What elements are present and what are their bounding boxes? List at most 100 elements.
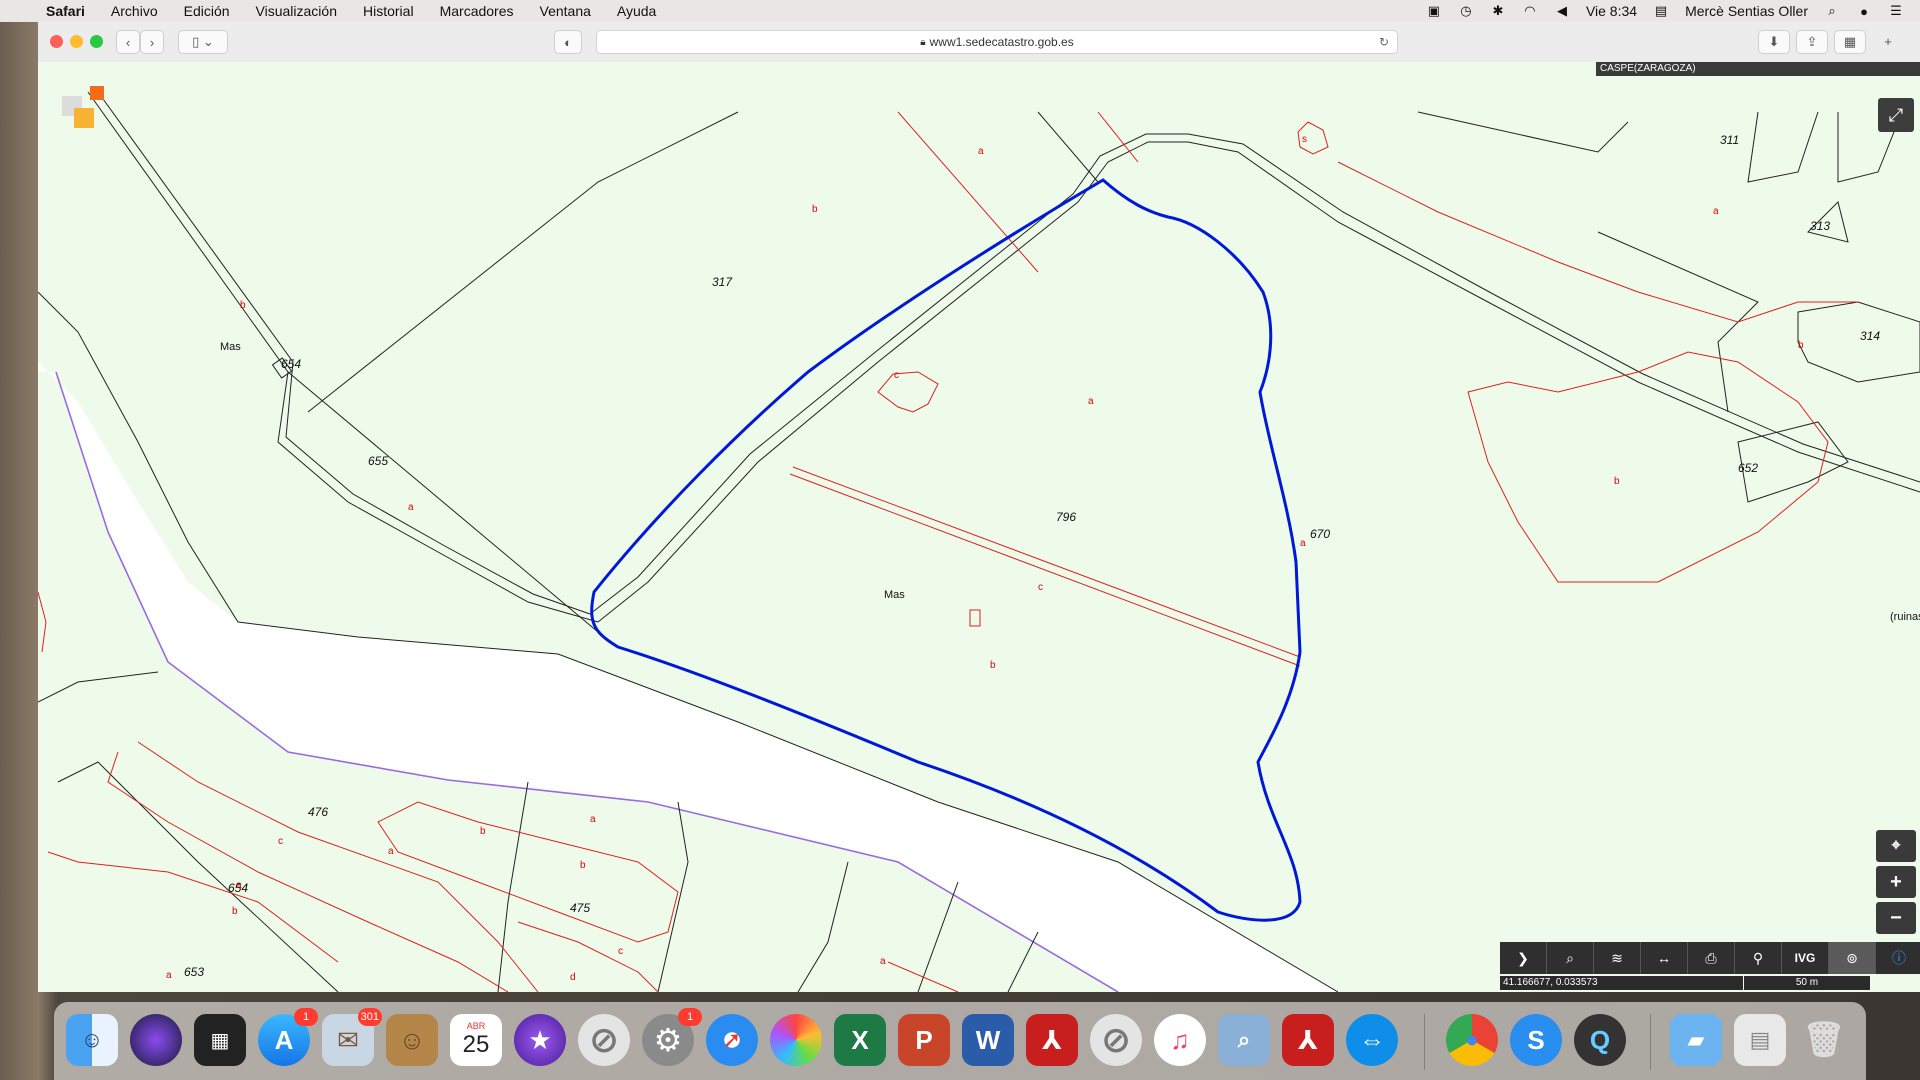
- user-name[interactable]: Mercè Sentias Oller: [1685, 3, 1808, 19]
- time-machine-icon[interactable]: ◷: [1458, 3, 1474, 18]
- subparcel-letter: b: [232, 906, 238, 917]
- skype-s-icon: S: [1527, 1024, 1545, 1055]
- parcel-label[interactable]: 476: [308, 805, 328, 819]
- subparcel-letter: b: [812, 204, 818, 215]
- quicktime-icon[interactable]: Q: [1574, 1014, 1626, 1066]
- scale-label: 50 m: [1795, 977, 1819, 988]
- cadastral-map[interactable]: 317 654 655 796 670 311 313 314 652 476 …: [38, 62, 1920, 992]
- acrobat-icon[interactable]: ⅄: [1026, 1014, 1078, 1066]
- subparcel-letter: b: [1798, 340, 1804, 351]
- menu-ayuda[interactable]: Ayuda: [617, 3, 656, 19]
- parcel-label[interactable]: 654: [281, 357, 301, 371]
- menu-edicion[interactable]: Edición: [184, 3, 230, 19]
- download-icon: ⬇: [1768, 34, 1780, 49]
- spotlight-search-icon[interactable]: ⌕: [1824, 3, 1840, 18]
- tab-overview-button[interactable]: ▦: [1834, 30, 1866, 54]
- minimize-window-button[interactable]: [70, 35, 83, 48]
- safari-icon[interactable]: ➚: [706, 1014, 758, 1066]
- parcel-label[interactable]: 475: [570, 901, 590, 915]
- search-button[interactable]: ⌕: [1547, 942, 1594, 974]
- word-icon[interactable]: W: [962, 1014, 1014, 1066]
- parcel-label[interactable]: 670: [1310, 527, 1330, 541]
- clock[interactable]: Vie 8:34: [1586, 3, 1637, 19]
- notification-center-icon[interactable]: ☰: [1888, 3, 1904, 18]
- user-icon[interactable]: ▤: [1653, 3, 1669, 18]
- trash-icon[interactable]: 🗑︎: [1798, 1014, 1850, 1066]
- zoom-out-button[interactable]: −: [1876, 902, 1916, 934]
- parcel-label[interactable]: 652: [1738, 461, 1758, 475]
- binoculars-button[interactable]: ⊚: [1829, 942, 1876, 974]
- siri-icon[interactable]: [130, 1014, 182, 1066]
- search-icon: ⌕: [1566, 949, 1574, 966]
- downloads-folder-icon[interactable]: ▤: [1734, 1014, 1786, 1066]
- zoom-window-button[interactable]: [90, 35, 103, 48]
- print-button[interactable]: ⎙: [1688, 942, 1735, 974]
- measure-button[interactable]: ↔: [1641, 942, 1688, 974]
- imovie-icon[interactable]: ★: [514, 1014, 566, 1066]
- menu-historial[interactable]: Historial: [363, 3, 414, 19]
- chevron-right-icon: ›: [149, 34, 155, 50]
- collapse-toolbar-button[interactable]: ❯: [1500, 942, 1547, 974]
- menu-marcadores[interactable]: Marcadores: [440, 3, 514, 19]
- sidebar-button[interactable]: ▯ ⌄: [178, 30, 228, 54]
- catastro-logo[interactable]: [60, 80, 110, 130]
- skype-icon[interactable]: S: [1510, 1014, 1562, 1066]
- mail-icon[interactable]: ✉ 301: [322, 1008, 382, 1066]
- downloads-button[interactable]: ⬇: [1758, 30, 1790, 54]
- parcel-label[interactable]: 314: [1860, 329, 1880, 343]
- zoom-in-button[interactable]: +: [1876, 866, 1916, 898]
- system-preferences-icon[interactable]: ⚙ 1: [642, 1008, 702, 1066]
- applications-folder-icon[interactable]: ▰: [1670, 1014, 1722, 1066]
- music-icon[interactable]: ♫: [1154, 1014, 1206, 1066]
- info-button[interactable]: ⓘ: [1876, 942, 1920, 974]
- photo-strip-icon: ▦: [210, 1029, 230, 1052]
- share-button[interactable]: ⇪: [1796, 30, 1828, 54]
- address-bar[interactable]: 🔒︎ www1.sedecatastro.gob.es ↻: [596, 30, 1398, 54]
- contacts-icon[interactable]: ☺: [386, 1014, 438, 1066]
- chrome-icon[interactable]: ●: [1446, 1014, 1498, 1066]
- pin-button[interactable]: ⚲: [1735, 942, 1782, 974]
- finder-icon[interactable]: ☺: [66, 1014, 118, 1066]
- app-store-icon[interactable]: A1: [258, 1008, 318, 1066]
- menu-ventana[interactable]: Ventana: [540, 3, 591, 19]
- screen-mirror-icon[interactable]: ▣: [1426, 3, 1442, 18]
- map-canvas[interactable]: 317 654 655 796 670 311 313 314 652 476 …: [38, 62, 1920, 992]
- reload-icon[interactable]: ↻: [1379, 35, 1389, 49]
- bluetooth-icon[interactable]: ✱: [1490, 3, 1506, 18]
- parcel-label[interactable]: 653: [184, 965, 204, 979]
- close-window-button[interactable]: [50, 35, 63, 48]
- ivg-button[interactable]: IVG: [1782, 942, 1829, 974]
- subparcel-letter: c: [894, 370, 899, 381]
- subparcel-letter: b: [1614, 476, 1620, 487]
- photo-booth-icon[interactable]: ▦: [194, 1014, 246, 1066]
- parcel-label[interactable]: 796: [1056, 510, 1076, 524]
- calendar-icon[interactable]: ABR 25: [450, 1014, 502, 1066]
- acrobat-reader-icon[interactable]: ⅄: [1282, 1014, 1334, 1066]
- locate-button[interactable]: ⌖: [1876, 830, 1916, 862]
- photos-icon[interactable]: [770, 1014, 822, 1066]
- siri-icon[interactable]: ●: [1856, 4, 1872, 19]
- back-button[interactable]: ‹: [116, 30, 140, 54]
- privacy-report-button[interactable]: ◐: [554, 30, 582, 54]
- menu-archivo[interactable]: Archivo: [111, 3, 158, 19]
- disabled-app-icon[interactable]: ⊘: [578, 1014, 630, 1066]
- layers-button[interactable]: ≋: [1594, 942, 1641, 974]
- powerpoint-icon[interactable]: P: [898, 1014, 950, 1066]
- menu-app-name[interactable]: Safari: [46, 3, 85, 19]
- wifi-icon[interactable]: ◠: [1522, 3, 1538, 18]
- volume-icon[interactable]: ◀: [1554, 3, 1570, 18]
- menu-visualizacion[interactable]: Visualización: [256, 3, 337, 19]
- acrobat-symbol-icon: ⅄: [1042, 1024, 1062, 1055]
- forward-button[interactable]: ›: [140, 30, 164, 54]
- parcel-label[interactable]: 655: [368, 454, 388, 468]
- new-tab-button[interactable]: +: [1878, 30, 1898, 52]
- fullscreen-button[interactable]: ⤢: [1878, 98, 1914, 132]
- excel-icon[interactable]: X: [834, 1014, 886, 1066]
- parcel-label[interactable]: 313: [1810, 219, 1830, 233]
- parcel-label[interactable]: 311: [1720, 133, 1739, 147]
- preview-icon[interactable]: ⌕: [1218, 1014, 1270, 1066]
- disabled-app-icon[interactable]: ⊘: [1090, 1014, 1142, 1066]
- subparcel-letter: a: [408, 502, 414, 513]
- parcel-label[interactable]: 317: [712, 275, 733, 289]
- teamviewer-icon[interactable]: ⇔: [1346, 1014, 1398, 1066]
